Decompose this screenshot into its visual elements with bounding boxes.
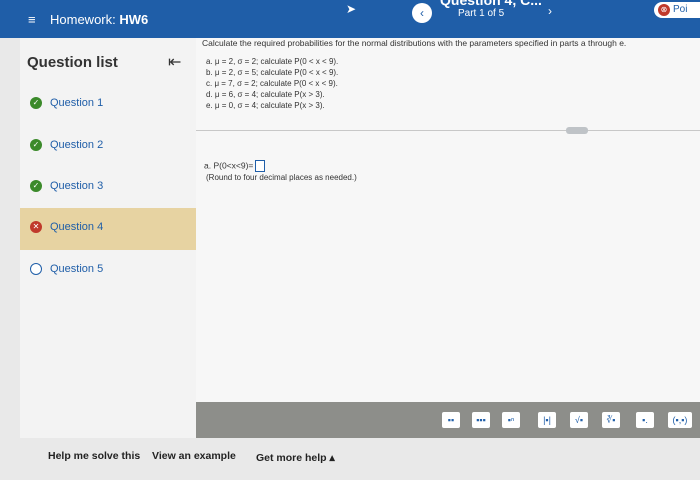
- part-a-text: a. μ = 2, σ = 2; calculate P(0 < x < 9).: [206, 57, 339, 66]
- answer-label: a. P(0<x<9)=: [204, 160, 254, 171]
- help-me-solve-button[interactable]: Help me solve this: [48, 450, 140, 462]
- points-button[interactable]: ⊗ Poi: [654, 2, 700, 18]
- part-d-text: d. μ = 6, σ = 4; calculate P(x > 3).: [206, 90, 325, 99]
- question-item-5[interactable]: Question 5: [20, 250, 196, 292]
- check-icon: ✓: [30, 180, 42, 192]
- answer-input[interactable]: [255, 160, 266, 172]
- ordered-pair-tool-icon[interactable]: (▪,▪): [668, 412, 692, 428]
- view-example-button[interactable]: View an example: [152, 450, 236, 462]
- question-item-label: Question 1: [50, 97, 104, 109]
- nth-root-tool-icon[interactable]: ∛▪: [602, 412, 620, 428]
- part-label: Part 1 of 5: [458, 8, 505, 19]
- points-label: Poi: [673, 4, 688, 15]
- question-panel: Calculate the required probabilities for…: [196, 38, 700, 402]
- question-item-label: Question 3: [50, 180, 104, 192]
- question-item-4[interactable]: ✕ Question 4: [20, 208, 196, 250]
- math-toolbar: ▪▪ ▪▪▪ ▪ⁿ |▪| √▪ ∛▪ ▪. (▪,▪): [196, 402, 700, 438]
- homework-prefix: Homework:: [50, 12, 120, 27]
- divider-drag-handle[interactable]: [566, 127, 588, 134]
- check-icon: ✓: [30, 139, 42, 151]
- absolute-value-tool-icon[interactable]: |▪|: [538, 412, 556, 428]
- question-item-2[interactable]: ✓ Question 2: [20, 126, 196, 168]
- part-e-text: e. μ = 0, σ = 4; calculate P(x > 3).: [206, 101, 325, 110]
- mixed-number-tool-icon[interactable]: ▪▪▪: [472, 412, 490, 428]
- question-item-3[interactable]: ✓ Question 3: [20, 167, 196, 209]
- decimal-tool-icon[interactable]: ▪.: [636, 412, 654, 428]
- divider: [196, 130, 700, 131]
- close-circle-icon: ⊗: [658, 4, 670, 16]
- question-item-label: Question 2: [50, 139, 104, 151]
- get-more-help-button[interactable]: Get more help ▴: [256, 452, 335, 464]
- round-instruction: (Round to four decimal places as needed.…: [206, 173, 357, 182]
- question-prompt: Calculate the required probabilities for…: [202, 38, 627, 48]
- collapse-sidebar-icon[interactable]: ⇤: [168, 52, 181, 72]
- question-item-1[interactable]: ✓ Question 1: [20, 84, 196, 126]
- homework-title: Homework: HW6: [50, 12, 148, 27]
- next-question-button[interactable]: ›: [548, 4, 552, 18]
- menu-icon[interactable]: ≡: [28, 12, 36, 27]
- question-parts: a. μ = 2, σ = 2; calculate P(0 < x < 9).…: [206, 56, 338, 111]
- bottom-bar: Help me solve this View an example Get m…: [0, 438, 700, 480]
- part-c-text: c. μ = 7, σ = 2; calculate P(0 < x < 9).: [206, 79, 338, 88]
- x-icon: ✕: [30, 221, 42, 233]
- homework-name: HW6: [119, 12, 149, 27]
- square-root-tool-icon[interactable]: √▪: [570, 412, 588, 428]
- mouse-cursor-icon: ➤: [346, 2, 357, 16]
- exponent-tool-icon[interactable]: ▪ⁿ: [502, 412, 520, 428]
- check-icon: ✓: [30, 97, 42, 109]
- previous-question-button[interactable]: ‹: [412, 3, 432, 23]
- question-list-header: Question list: [27, 54, 118, 71]
- question-item-label: Question 5: [50, 263, 104, 275]
- top-bar: ≡ Homework: HW6 ➤ ‹ Question 4, C... Par…: [0, 0, 700, 38]
- question-list-sidebar: Question list ⇤ ✓ Question 1 ✓ Question …: [20, 38, 196, 438]
- question-title: Question 4, C...: [440, 0, 542, 8]
- answer-row: a. P(0<x<9)=: [204, 160, 266, 172]
- fraction-tool-icon[interactable]: ▪▪: [442, 412, 460, 428]
- question-item-label: Question 4: [50, 221, 104, 233]
- part-b-text: b. μ = 2, σ = 5; calculate P(0 < x < 9).: [206, 68, 339, 77]
- empty-circle-icon: [30, 263, 42, 275]
